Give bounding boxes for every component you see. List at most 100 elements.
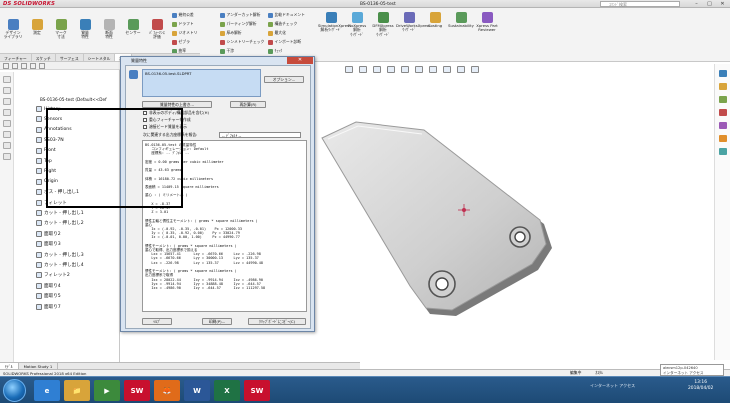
ribbon-button[interactable]: センサー <box>122 19 144 35</box>
ribbon-button[interactable]: 測定 <box>26 19 48 35</box>
start-button[interactable] <box>3 379 26 402</box>
recalculate-button[interactable]: 再計算(R) <box>230 101 266 108</box>
ribbon-small-button[interactable]: 比較ドキュメント <box>268 12 305 18</box>
forum-icon[interactable] <box>718 148 727 155</box>
minimize-icon[interactable]: – <box>690 0 703 8</box>
design-library-icon[interactable] <box>718 83 727 90</box>
command-search-input[interactable]: ｺﾏﾝﾄﾞ検索 <box>600 1 680 7</box>
home-icon[interactable] <box>718 70 727 77</box>
taskbar-app[interactable]: ▶ <box>94 380 120 401</box>
appearances-icon[interactable] <box>2 131 11 138</box>
feature-tree-item[interactable]: 面取り3 <box>36 241 61 248</box>
feature-tree-item[interactable]: 面取り7 <box>36 303 61 310</box>
taskbar-app[interactable]: W <box>184 380 210 401</box>
feature-tree-item[interactable]: カット - 押し出し1 <box>36 210 84 216</box>
dimxpert-tab-icon[interactable] <box>30 63 36 69</box>
ribbon-tab[interactable]: フィーチャー <box>0 54 32 61</box>
feature-tree-item[interactable]: 面取り2 <box>36 230 61 237</box>
ribbon-small-button[interactable]: 最大化 <box>268 30 286 36</box>
addin-button[interactable]: Sustainability <box>448 12 474 28</box>
selected-items-list[interactable]: BS-0136-05-test.SLDPRT <box>142 69 261 97</box>
feature-tree-item[interactable]: カット - 押し出し4 <box>36 262 84 268</box>
clock[interactable]: 13:16 2018/04/02 <box>688 380 713 392</box>
ribbon-small-button[interactable]: インポート診断 <box>268 39 301 45</box>
ribbon-tab[interactable]: シートメタル <box>84 54 116 61</box>
ribbon-button[interactable]: デザイン ライブラリ <box>2 19 24 40</box>
ribbon-small-button[interactable]: 構造チェック <box>268 21 297 27</box>
ribbon-small-button[interactable]: ﾁｪｯｸ <box>268 48 282 54</box>
taskbar-app[interactable]: SW <box>124 380 150 401</box>
network-notification[interactable]: alecsm12p-042640 インターネット アクセス <box>660 364 724 376</box>
ribbon-button[interactable]: 質量 特性 <box>74 19 96 40</box>
ribbon-button[interactable]: 断面 特性 <box>98 19 120 40</box>
display-style-icon[interactable] <box>415 65 423 73</box>
property-manager-tab-icon[interactable] <box>12 63 18 69</box>
addin-button[interactable]: SimulationXpress 解析ｳｨｻﾞｰﾄﾞ <box>318 12 351 33</box>
taskbar-app[interactable]: e <box>34 380 60 401</box>
resources-icon[interactable] <box>2 87 11 94</box>
addin-button[interactable]: FloXpress 解析 ｳｨｻﾞｰﾄﾞ <box>344 12 370 37</box>
configuration-tab-icon[interactable] <box>21 63 27 69</box>
view-settings-icon[interactable] <box>471 65 479 73</box>
design-library-icon[interactable] <box>2 98 11 105</box>
tree-root-part[interactable]: BS-0136-05-test (Default<<Def <box>40 97 107 102</box>
view-palette-icon[interactable] <box>2 120 11 127</box>
ribbon-small-button[interactable]: アンダーカット解析 <box>220 12 261 18</box>
ribbon-small-button[interactable]: パーティング解析 <box>220 21 257 27</box>
system-tray-text[interactable]: インターネット アクセス <box>590 383 635 389</box>
help-button[interactable]: ﾍﾙﾌﾟ <box>142 318 172 325</box>
ribbon-small-button[interactable]: ゼブラ <box>172 39 190 45</box>
section-view-icon[interactable] <box>387 65 395 73</box>
feature-tree-tab-icon[interactable] <box>3 63 9 69</box>
feature-tree-item[interactable]: カット - 押し出し3 <box>36 251 84 258</box>
taskbar-app[interactable]: X <box>214 380 240 401</box>
addin-button[interactable]: Xpress Part Reviewer <box>474 12 500 33</box>
copy-to-clipboard-button[interactable]: ｸﾘｯﾌﾟﾎﾞｰﾄﾞにｺﾋﾟｰ(C) <box>248 318 306 325</box>
scene-icon[interactable] <box>457 65 465 73</box>
taskbar-app[interactable]: 🦊 <box>154 380 180 401</box>
feature-tree-item[interactable]: 面取り4 <box>36 282 61 289</box>
feature-tree-item[interactable]: 面取り5 <box>36 293 61 300</box>
ribbon-small-button[interactable]: 厚み解析 <box>220 30 242 36</box>
maximize-icon[interactable]: □ <box>703 0 716 8</box>
zoom-fit-icon[interactable] <box>345 65 353 73</box>
ribbon-small-button[interactable]: 幾何公差 <box>172 12 194 18</box>
options-button[interactable]: オプション... <box>264 76 304 83</box>
custom-properties-icon[interactable] <box>718 135 727 142</box>
appearances-icon[interactable] <box>718 122 727 129</box>
ribbon-tab[interactable]: サーフェス <box>56 54 84 61</box>
ribbon-button[interactable]: ﾊﾟﾌｫｰﾏﾝｽ 評価 <box>146 19 168 40</box>
file-explorer-icon[interactable] <box>2 109 11 116</box>
close-icon[interactable]: ✕ <box>716 0 729 8</box>
ribbon-tab[interactable]: スケッチ <box>32 54 56 61</box>
ribbon-small-button[interactable]: シンメトリーチェック <box>220 39 264 45</box>
output-coordinate-select[interactable]: -- ﾃﾞﾌｫﾙﾄ -- <box>219 132 301 138</box>
edit-appearance-icon[interactable] <box>443 65 451 73</box>
file-explorer-icon[interactable] <box>718 96 727 103</box>
addin-button[interactable]: DFMXpress 解析 ｳｨｻﾞｰﾄﾞ <box>370 12 396 37</box>
view-orientation-icon[interactable] <box>401 65 409 73</box>
home-icon[interactable] <box>2 76 11 83</box>
print-button[interactable]: 印刷(P)... <box>202 318 232 325</box>
forum-icon[interactable] <box>2 153 11 160</box>
ribbon-button[interactable]: マーク 寸法 <box>50 19 72 40</box>
view-palette-icon[interactable] <box>718 109 727 116</box>
custom-properties-icon[interactable] <box>2 142 11 149</box>
addin-button[interactable]: DriveWorksXpress ｳｨｻﾞｰﾄﾞ <box>396 12 431 33</box>
hide-show-icon[interactable] <box>429 65 437 73</box>
previous-view-icon[interactable] <box>373 65 381 73</box>
display-tab-icon[interactable] <box>39 63 45 69</box>
selected-item[interactable]: BS-0136-05-test.SLDPRT <box>145 71 191 76</box>
3d-part-model[interactable] <box>320 120 620 330</box>
override-mass-button[interactable]: 質量特性の上書き... <box>142 101 212 108</box>
ribbon-small-button[interactable]: ジオメトリ <box>172 30 197 36</box>
zoom-area-icon[interactable] <box>359 65 367 73</box>
feature-tree-item[interactable]: カット - 押し出し2 <box>36 220 84 227</box>
ribbon-small-button[interactable]: ドラフト <box>172 21 194 27</box>
feature-tree-item[interactable]: フィレット2 <box>36 272 70 279</box>
addin-button[interactable]: Costing <box>422 12 448 28</box>
dialog-close-button[interactable]: ✕ <box>287 57 313 64</box>
taskbar-app[interactable]: 📁 <box>64 380 90 401</box>
taskbar-app[interactable]: SW <box>244 380 270 401</box>
solidworks-logo[interactable]: DS SOLIDWORKS <box>3 1 55 7</box>
